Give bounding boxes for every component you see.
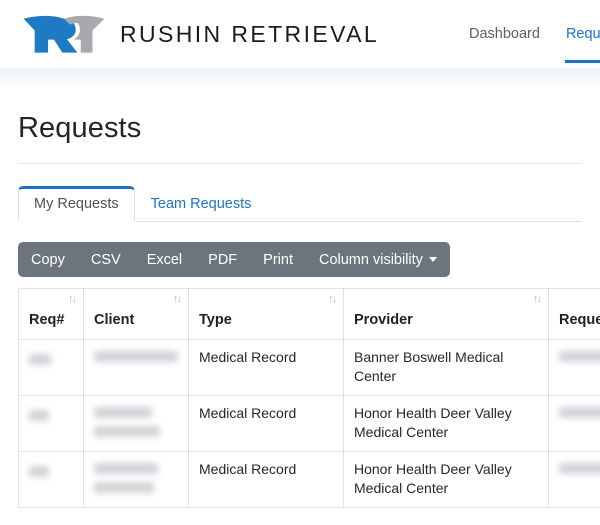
redacted-value [559,407,600,418]
cell-requested-by [549,396,600,452]
column-header-requested-by-label: Requested By [559,312,600,328]
column-header-req-label: Req# [29,312,64,328]
cell-client [84,340,189,396]
brand[interactable]: RUSHIN RETRIEVAL [22,12,379,56]
copy-button-label: Copy [31,252,65,268]
sort-icon[interactable]: ↑↓ [68,293,75,305]
column-header-type[interactable]: ↑↓ Type [189,289,344,340]
redacted-value [29,466,49,477]
redacted-value [559,463,600,474]
table-body: Medical Record Banner Boswell Medical Ce… [19,340,600,508]
nav-links: Dashboard Requ [468,0,600,68]
column-header-provider-label: Provider [354,312,413,328]
title-divider [18,163,582,164]
sort-icon[interactable]: ↑↓ [173,293,180,305]
cell-type: Medical Record [189,340,344,396]
cell-provider: Honor Health Deer Valley Medical Center [344,396,549,452]
requests-table: ↑↓ Req# ↑↓ Client ↑↓ Type ↑↓ Provider ↑↓ [18,288,600,508]
redacted-value [94,351,178,362]
tab-team-requests[interactable]: Team Requests [135,186,268,222]
cell-req [19,452,84,508]
table-head: ↑↓ Req# ↑↓ Client ↑↓ Type ↑↓ Provider ↑↓ [19,289,600,340]
copy-button[interactable]: Copy [18,242,78,277]
redacted-value [94,426,160,437]
pdf-button[interactable]: PDF [195,242,250,277]
table-row[interactable]: Medical Record Banner Boswell Medical Ce… [19,340,600,396]
table-header-row: ↑↓ Req# ↑↓ Client ↑↓ Type ↑↓ Provider ↑↓ [19,289,600,340]
export-toolbar-wrap: Copy CSV Excel PDF Print Column visibili… [0,242,600,277]
cell-requested-by [549,452,600,508]
column-header-client[interactable]: ↑↓ Client [84,289,189,340]
excel-button-label: Excel [147,252,182,268]
cell-req [19,340,84,396]
sort-icon[interactable]: ↑↓ [533,293,540,305]
chevron-down-icon [429,257,437,262]
cell-provider: Banner Boswell Medical Center [344,340,549,396]
pdf-button-label: PDF [208,252,237,268]
print-button-label: Print [263,252,293,268]
navbar-fade-band [0,68,600,90]
print-button[interactable]: Print [250,242,306,277]
sort-icon[interactable]: ↑↓ [328,293,335,305]
column-visibility-button[interactable]: Column visibility [306,242,450,277]
tab-my-requests[interactable]: My Requests [18,186,135,222]
csv-button[interactable]: CSV [78,242,134,277]
cell-client [84,452,189,508]
export-toolbar: Copy CSV Excel PDF Print Column visibili… [18,242,450,277]
column-visibility-label: Column visibility [319,252,423,268]
page-title: Requests [18,112,582,145]
redacted-value [559,351,600,362]
redacted-value [94,463,158,474]
redacted-value [94,407,152,418]
cell-requested-by [549,340,600,396]
top-navbar: RUSHIN RETRIEVAL Dashboard Requ [0,0,600,68]
page-body: Requests My Requests Team Requests [0,112,600,222]
cell-type: Medical Record [189,452,344,508]
cell-provider: Honor Health Deer Valley Medical Center [344,452,549,508]
column-header-type-label: Type [199,312,232,328]
redacted-value [94,482,154,493]
csv-button-label: CSV [91,252,121,268]
excel-button[interactable]: Excel [134,242,195,277]
column-header-requested-by[interactable]: ↑↓ Requested By [549,289,600,340]
redacted-value [29,354,51,365]
tab-bar: My Requests Team Requests [18,186,582,222]
redacted-value [29,410,49,421]
requests-table-container: ↑↓ Req# ↑↓ Client ↑↓ Type ↑↓ Provider ↑↓ [18,288,600,508]
column-header-provider[interactable]: ↑↓ Provider [344,289,549,340]
column-header-req[interactable]: ↑↓ Req# [19,289,84,340]
table-row[interactable]: Medical Record Honor Health Deer Valley … [19,396,600,452]
rushin-r-wing-logo-icon [22,12,106,56]
cell-type: Medical Record [189,396,344,452]
table-row[interactable]: Medical Record Honor Health Deer Valley … [19,452,600,508]
nav-link-requests[interactable]: Requ [565,5,600,64]
cell-client [84,396,189,452]
cell-req [19,396,84,452]
nav-link-dashboard[interactable]: Dashboard [468,5,541,64]
column-header-client-label: Client [94,312,134,328]
brand-name: RUSHIN RETRIEVAL [120,21,379,48]
